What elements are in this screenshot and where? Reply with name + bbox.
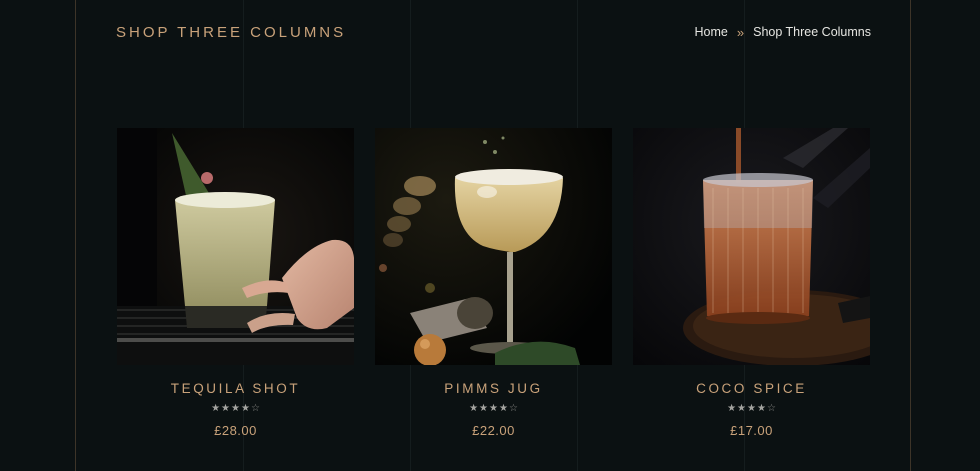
star-empty-icon: ☆ xyxy=(250,403,260,414)
page: SHOP THREE COLUMNS Home » Shop Three Col… xyxy=(0,0,980,471)
breadcrumb: Home » Shop Three Columns xyxy=(695,25,871,40)
star-empty-icon: ☆ xyxy=(766,403,776,414)
star-empty-icon: ☆ xyxy=(508,403,518,414)
star-rating: ★ ★ ★ ★ ☆ xyxy=(727,404,776,414)
product-price: £22.00 xyxy=(472,423,515,438)
product-image-coco-spice[interactable] xyxy=(633,128,870,365)
breadcrumb-separator: » xyxy=(736,24,745,40)
frame-line-right xyxy=(910,0,911,471)
star-rating: ★ ★ ★ ★ ☆ xyxy=(469,404,518,414)
star-filled-icon: ★ xyxy=(211,403,221,414)
star-filled-icon: ★ xyxy=(727,403,737,414)
star-filled-icon: ★ xyxy=(240,403,250,414)
product-name[interactable]: PIMMS JUG xyxy=(444,381,542,396)
star-filled-icon: ★ xyxy=(498,403,508,414)
star-filled-icon: ★ xyxy=(756,403,766,414)
star-filled-icon: ★ xyxy=(737,403,747,414)
product-card: COCO SPICE ★ ★ ★ ★ ☆ £17.00 xyxy=(633,128,870,438)
star-filled-icon: ★ xyxy=(469,403,479,414)
star-filled-icon: ★ xyxy=(479,403,489,414)
page-header: SHOP THREE COLUMNS Home » Shop Three Col… xyxy=(116,22,871,42)
product-grid: TEQUILA SHOT ★ ★ ★ ★ ☆ £28.00 PIMMS JUG … xyxy=(117,128,870,438)
product-name[interactable]: COCO SPICE xyxy=(696,381,807,396)
star-filled-icon: ★ xyxy=(489,403,498,414)
product-price: £28.00 xyxy=(214,423,257,438)
star-rating: ★ ★ ★ ★ ☆ xyxy=(211,404,260,414)
star-filled-icon: ★ xyxy=(747,403,756,414)
product-image-tequila-shot[interactable] xyxy=(117,128,354,365)
star-filled-icon: ★ xyxy=(221,403,231,414)
breadcrumb-home-link[interactable]: Home xyxy=(695,25,728,39)
frame-line-left xyxy=(75,0,76,471)
product-price: £17.00 xyxy=(730,423,773,438)
breadcrumb-current: Shop Three Columns xyxy=(753,25,871,39)
page-title: SHOP THREE COLUMNS xyxy=(116,23,347,41)
product-name[interactable]: TEQUILA SHOT xyxy=(171,381,300,396)
product-card: PIMMS JUG ★ ★ ★ ★ ☆ £22.00 xyxy=(375,128,612,438)
star-filled-icon: ★ xyxy=(231,403,240,414)
product-card: TEQUILA SHOT ★ ★ ★ ★ ☆ £28.00 xyxy=(117,128,354,438)
product-image-pimms-jug[interactable] xyxy=(375,128,612,365)
